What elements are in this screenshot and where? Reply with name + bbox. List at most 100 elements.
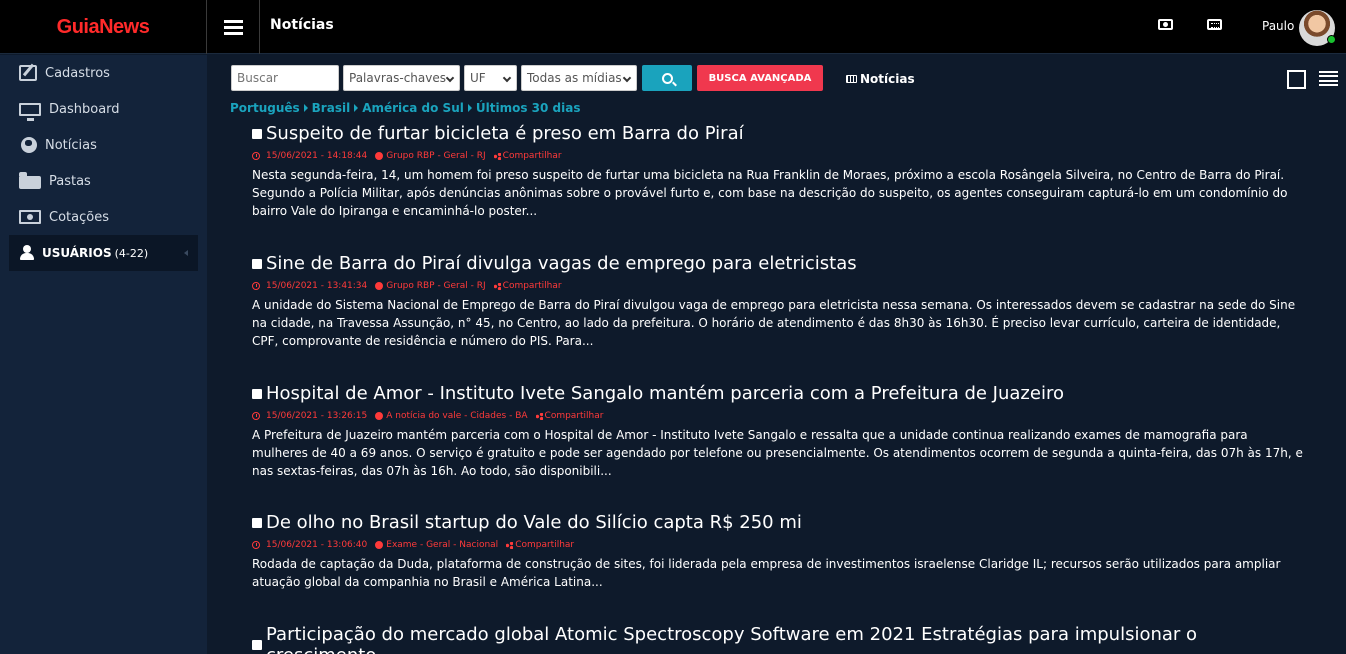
sidebar-item-noticias[interactable]: Notícias bbox=[0, 127, 207, 163]
news-title[interactable]: Suspeito de furtar bicicleta é preso em … bbox=[252, 123, 1312, 144]
breadcrumb-item[interactable]: Brasil bbox=[312, 101, 351, 115]
sidebar-item-cadastros[interactable]: Cadastros bbox=[0, 55, 207, 91]
clock-icon bbox=[252, 282, 260, 290]
globe-icon bbox=[21, 137, 37, 153]
news-item: Sine de Barra do Piraí divulga vagas de … bbox=[252, 253, 1312, 350]
news-meta: 15/06/2021 - 13:41:34 Grupo RBP - Geral … bbox=[252, 280, 1312, 292]
news-item: De olho no Brasil startup do Vale do Sil… bbox=[252, 512, 1312, 591]
user-name[interactable]: Paulo bbox=[1262, 19, 1294, 33]
breadcrumb-item[interactable]: Últimos 30 dias bbox=[476, 101, 581, 115]
news-title[interactable]: Sine de Barra do Piraí divulga vagas de … bbox=[252, 253, 1312, 274]
sidebar-item-dashboard[interactable]: Dashboard bbox=[0, 91, 207, 127]
sidebar-item-label: Cotações bbox=[49, 209, 109, 225]
share-button[interactable]: Compartilhar bbox=[515, 540, 574, 550]
news-filter-label[interactable]: Notícias bbox=[846, 72, 915, 86]
news-datetime: 15/06/2021 - 14:18:44 bbox=[266, 151, 368, 161]
advanced-search-button[interactable]: BUSCA AVANÇADA bbox=[697, 65, 823, 91]
folder-icon bbox=[19, 172, 41, 189]
keywords-select[interactable]: Palavras-chaves bbox=[343, 65, 460, 91]
chevron-down-icon bbox=[445, 73, 455, 83]
globe-icon bbox=[375, 152, 384, 160]
search-input[interactable] bbox=[231, 65, 339, 91]
news-title-text[interactable]: Sine de Barra do Piraí divulga vagas de … bbox=[266, 253, 857, 274]
sidebar-item-label: Pastas bbox=[49, 173, 91, 189]
media-select-value: Todas as mídias bbox=[527, 71, 622, 85]
news-checkbox[interactable] bbox=[252, 258, 262, 269]
breadcrumb-item[interactable]: Português bbox=[230, 101, 300, 115]
sidebar: Cadastros Dashboard Notícias Pastas Cota… bbox=[0, 55, 207, 654]
share-button[interactable]: Compartilhar bbox=[503, 281, 562, 291]
media-select[interactable]: Todas as mídias bbox=[521, 65, 637, 91]
user-icon bbox=[20, 245, 34, 261]
news-title-text[interactable]: Participação do mercado global Atomic Sp… bbox=[266, 624, 1312, 654]
keywords-select-value: Palavras-chaves bbox=[349, 71, 447, 85]
breadcrumb-item[interactable]: América do Sul bbox=[362, 101, 464, 115]
menu-toggle-button[interactable] bbox=[207, 0, 260, 54]
news-meta: 15/06/2021 - 13:06:40 Exame - Geral - Na… bbox=[252, 539, 1312, 551]
news-title-text[interactable]: De olho no Brasil startup do Vale do Sil… bbox=[266, 512, 802, 533]
news-source: A notícia do vale - Cidades - BA bbox=[386, 411, 528, 421]
news-item: Suspeito de furtar bicicleta é preso em … bbox=[252, 123, 1312, 220]
sidebar-item-usuarios[interactable]: USUÁRIOS (4-22) bbox=[9, 235, 198, 271]
news-title[interactable]: Participação do mercado global Atomic Sp… bbox=[252, 624, 1312, 654]
caret-right-icon bbox=[467, 104, 472, 112]
caret-right-icon bbox=[354, 104, 359, 112]
grid-view-toggle[interactable] bbox=[1287, 70, 1306, 89]
share-icon bbox=[493, 152, 501, 160]
sidebar-item-label: Dashboard bbox=[49, 101, 120, 117]
search-icon bbox=[661, 72, 673, 84]
chevron-down-icon bbox=[622, 73, 632, 83]
page-title: Notícias bbox=[270, 17, 334, 33]
news-title-text[interactable]: Hospital de Amor - Instituto Ivete Sanga… bbox=[266, 383, 1064, 404]
list-view-toggle[interactable] bbox=[1319, 71, 1338, 86]
news-source: Exame - Geral - Nacional bbox=[386, 540, 499, 550]
money-icon[interactable] bbox=[1158, 19, 1173, 30]
news-description: Rodada de captação da Duda, plataforma d… bbox=[252, 557, 1281, 589]
news-item: Hospital de Amor - Instituto Ivete Sanga… bbox=[252, 383, 1312, 480]
share-button[interactable]: Compartilhar bbox=[503, 151, 562, 161]
news-checkbox[interactable] bbox=[252, 128, 262, 139]
news-title[interactable]: De olho no Brasil startup do Vale do Sil… bbox=[252, 512, 1312, 533]
news-description: A Prefeitura de Juazeiro mantém parceria… bbox=[252, 428, 1303, 478]
globe-icon bbox=[375, 541, 384, 549]
online-status-indicator bbox=[1327, 35, 1336, 44]
uf-select[interactable]: UF bbox=[464, 65, 517, 91]
sidebar-item-pastas[interactable]: Pastas bbox=[0, 163, 207, 199]
cash-icon bbox=[19, 210, 41, 224]
news-description: Nesta segunda-feira, 14, um homem foi pr… bbox=[252, 168, 1288, 218]
news-datetime: 15/06/2021 - 13:41:34 bbox=[266, 281, 368, 291]
news-title[interactable]: Hospital de Amor - Instituto Ivete Sanga… bbox=[252, 383, 1312, 404]
keyboard-icon bbox=[846, 75, 857, 83]
news-checkbox[interactable] bbox=[252, 388, 262, 399]
keyboard-icon[interactable] bbox=[1207, 19, 1222, 30]
share-icon bbox=[535, 412, 543, 420]
news-checkbox[interactable] bbox=[252, 517, 262, 528]
sidebar-item-cotacoes[interactable]: Cotações bbox=[0, 199, 207, 235]
news-title-text[interactable]: Suspeito de furtar bicicleta é preso em … bbox=[266, 123, 744, 144]
search-button[interactable] bbox=[642, 65, 692, 91]
share-icon bbox=[506, 541, 514, 549]
news-meta: 15/06/2021 - 14:18:44 Grupo RBP - Geral … bbox=[252, 150, 1312, 162]
sidebar-item-count: (4-22) bbox=[114, 246, 149, 260]
edit-icon bbox=[19, 65, 37, 81]
news-checkbox[interactable] bbox=[252, 640, 262, 650]
app-logo[interactable]: GuiaNews bbox=[57, 16, 150, 39]
news-source: Grupo RBP - Geral - RJ bbox=[386, 281, 486, 291]
breadcrumb: Português Brasil América do Sul Últimos … bbox=[230, 101, 580, 115]
news-datetime: 15/06/2021 - 13:06:40 bbox=[266, 540, 368, 550]
globe-icon bbox=[375, 282, 384, 290]
sidebar-item-label: Cadastros bbox=[45, 65, 110, 81]
news-description: A unidade do Sistema Nacional de Emprego… bbox=[252, 298, 1296, 348]
top-bar: GuiaNews Notícias Paulo bbox=[0, 0, 1346, 54]
sidebar-item-label: USUÁRIOS bbox=[42, 246, 112, 260]
chevron-down-icon bbox=[502, 73, 512, 83]
logo-container[interactable]: GuiaNews bbox=[0, 0, 207, 54]
clock-icon bbox=[252, 541, 260, 549]
news-source: Grupo RBP - Geral - RJ bbox=[386, 151, 486, 161]
news-item: Participação do mercado global Atomic Sp… bbox=[252, 624, 1312, 654]
caret-right-icon bbox=[303, 104, 308, 112]
share-button[interactable]: Compartilhar bbox=[545, 411, 604, 421]
uf-select-value: UF bbox=[470, 71, 486, 85]
monitor-icon bbox=[19, 102, 41, 121]
sidebar-item-label: Notícias bbox=[45, 137, 97, 153]
